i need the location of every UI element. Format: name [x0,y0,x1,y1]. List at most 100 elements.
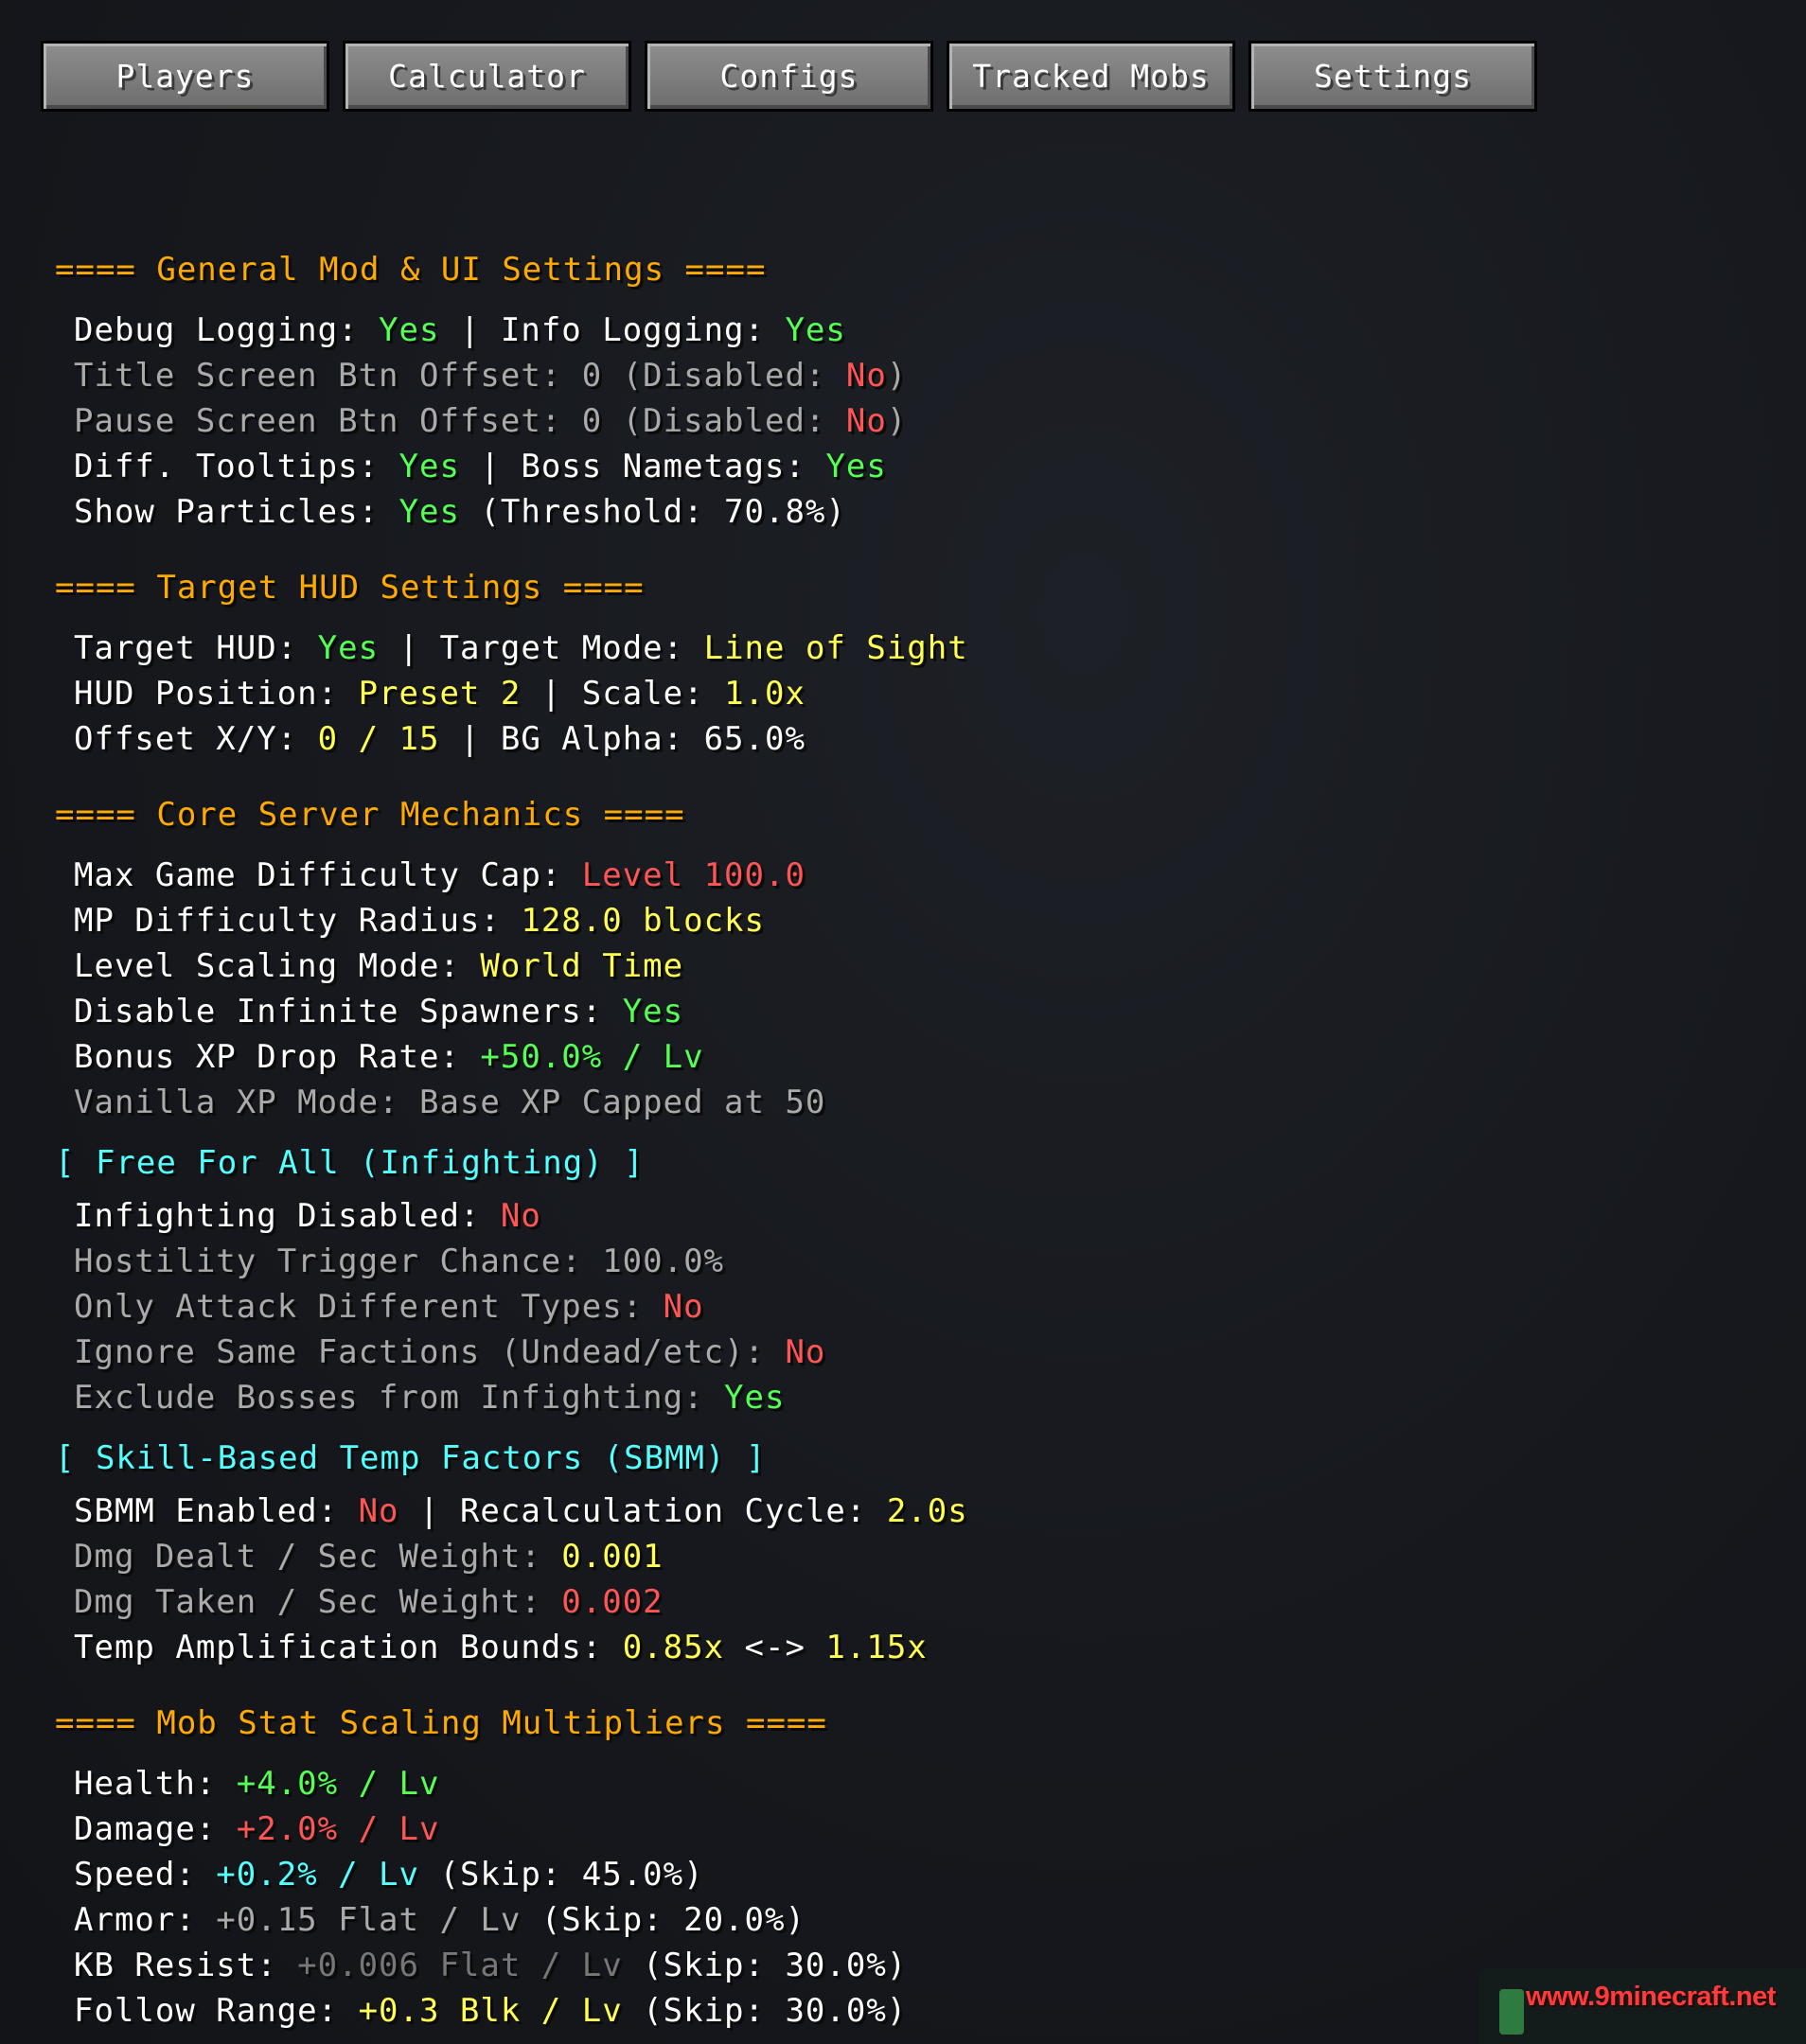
bonus-xp-value: +50.0% / Lv [480,1038,704,1076]
offset-value: 0 / 15 [317,720,440,758]
hud-position-label: HUD Position: [74,675,359,713]
section-header-core: ==== Core Server Mechanics ==== [55,796,685,834]
tab-tracked-mobs[interactable]: Tracked Mobs [947,41,1235,112]
pause-offset-value: No [845,402,887,440]
section-header-hud: ==== Target HUD Settings ==== [55,569,645,607]
max-cap-label: Max Game Difficulty Cap: [74,856,582,894]
tab-bar: Players Calculator Configs Tracked Mobs … [41,41,1537,112]
damage-value: +2.0% / Lv [236,1810,440,1848]
spawners-value: Yes [622,993,684,1031]
target-hud-line: Target HUD: Yes | Target Mode: Line of S… [74,629,968,667]
section-header-mob: ==== Mob Stat Scaling Multipliers ==== [55,1704,827,1742]
section-header-ffa: [ Free For All (Infighting) ] [55,1144,645,1182]
info-logging-label: Info Logging: [500,311,786,349]
separator: | [439,311,501,349]
max-cap-line: Max Game Difficulty Cap: Level 100.0 [74,856,806,894]
pause-offset-line: Pause Screen Btn Offset: 0 (Disabled: No… [74,402,907,440]
hostility-line: Hostility Trigger Chance: 100.0% [74,1242,725,1280]
title-offset-close: ) [886,357,908,395]
dmg-taken-label: Dmg Taken / Sec Weight: [74,1583,562,1621]
scaling-mode-line: Level Scaling Mode: World Time [74,947,683,985]
offset-line: Offset X/Y: 0 / 15 | BG Alpha: 65.0% [74,720,806,758]
bounds-line: Temp Amplification Bounds: 0.85x <-> 1.1… [74,1629,928,1666]
bounds-high: 1.15x [825,1629,928,1666]
bounds-label: Temp Amplification Bounds: [74,1629,623,1666]
dmg-taken-line: Dmg Taken / Sec Weight: 0.002 [74,1583,664,1621]
diff-types-label: Only Attack Different Types: [74,1288,664,1326]
title-offset-line: Title Screen Btn Offset: 0 (Disabled: No… [74,357,907,395]
logging-line: Debug Logging: Yes | Info Logging: Yes [74,311,846,349]
sbmm-enabled-label: SBMM Enabled: [74,1492,359,1530]
mp-radius-label: MP Difficulty Radius: [74,902,522,940]
section-header-sbmm: [ Skill-Based Temp Factors (SBMM) ] [55,1439,767,1477]
target-hud-label: Target HUD: [74,629,318,667]
dmg-dealt-line: Dmg Dealt / Sec Weight: 0.001 [74,1538,664,1576]
exclude-bosses-value: Yes [724,1379,786,1417]
spawners-line: Disable Infinite Spawners: Yes [74,993,683,1031]
exclude-bosses-label: Exclude Bosses from Infighting: [74,1379,725,1417]
info-logging-value: Yes [785,311,846,349]
infighting-disabled-label: Infighting Disabled: [74,1197,501,1235]
target-mode-label: Target Mode: [439,629,704,667]
debug-logging-label: Debug Logging: [74,311,380,349]
factions-line: Ignore Same Factions (Undead/etc): No [74,1333,825,1371]
dmg-taken-value: 0.002 [561,1583,664,1621]
sbmm-enabled-line: SBMM Enabled: No | Recalculation Cycle: … [74,1492,968,1530]
diff-types-value: No [663,1288,704,1326]
tab-players[interactable]: Players [41,41,329,112]
mp-radius-value: 128.0 blocks [521,902,765,940]
kb-resist-line: KB Resist: +0.006 Flat / Lv (Skip: 30.0%… [74,1947,907,1984]
pause-offset-label: Pause Screen Btn Offset: 0 (Disabled: [74,402,846,440]
armor-value: +0.15 Flat / Lv [216,1901,522,1939]
health-label: Health: [74,1765,237,1803]
particles-label: Show Particles: [74,493,399,531]
diff-types-line: Only Attack Different Types: No [74,1288,704,1326]
section-header-general: ==== General Mod & UI Settings ==== [55,251,767,289]
grass-block-icon [1499,1989,1524,2035]
diff-tooltips-label: Diff. Tooltips: [74,448,399,485]
spawners-label: Disable Infinite Spawners: [74,993,623,1031]
bounds-low: 0.85x [622,1629,725,1666]
armor-skip: (Skip: 20.0%) [521,1901,806,1939]
sbmm-enabled-value: No [358,1492,399,1530]
scaling-mode-value: World Time [480,947,684,985]
scaling-mode-label: Level Scaling Mode: [74,947,481,985]
speed-label: Speed: [74,1856,217,1894]
bg-alpha: BG Alpha: 65.0% [500,720,806,758]
hud-position-value: Preset 2 [358,675,522,713]
separator: | [521,675,582,713]
kb-resist-label: KB Resist: [74,1947,298,1984]
vanilla-xp-line: Vanilla XP Mode: Base XP Capped at 50 [74,1084,826,1121]
kb-resist-value: +0.006 Flat / Lv [297,1947,623,1984]
scale-label: Scale: [581,675,725,713]
title-offset-value: No [845,357,887,395]
factions-label: Ignore Same Factions (Undead/etc): [74,1333,786,1371]
tooltips-line: Diff. Tooltips: Yes | Boss Nametags: Yes [74,448,887,485]
infighting-disabled-value: No [500,1197,541,1235]
speed-line: Speed: +0.2% / Lv (Skip: 45.0%) [74,1856,704,1894]
follow-range-value: +0.3 Blk / Lv [358,1992,623,2030]
recalc-label: Recalculation Cycle: [459,1492,887,1530]
kb-resist-skip: (Skip: 30.0%) [622,1947,908,1984]
boss-nametags-label: Boss Nametags: [521,448,826,485]
watermark: www.9minecraft.net [1478,1968,1806,2044]
separator: | [439,720,501,758]
title-offset-label: Title Screen Btn Offset: 0 (Disabled: [74,357,846,395]
particles-line: Show Particles: Yes (Threshold: 70.8%) [74,493,846,531]
armor-line: Armor: +0.15 Flat / Lv (Skip: 20.0%) [74,1901,806,1939]
infighting-disabled-line: Infighting Disabled: No [74,1197,541,1235]
offset-label: Offset X/Y: [74,720,318,758]
follow-range-label: Follow Range: [74,1992,359,2030]
boss-nametags-value: Yes [825,448,887,485]
target-mode-value: Line of Sight [703,629,968,667]
diff-tooltips-value: Yes [398,448,460,485]
recalc-value: 2.0s [886,1492,968,1530]
max-cap-value: Level 100.0 [581,856,806,894]
tab-calculator[interactable]: Calculator [343,41,631,112]
particles-threshold: (Threshold: 70.8%) [459,493,846,531]
tab-settings[interactable]: Settings [1248,41,1537,112]
speed-skip: (Skip: 45.0%) [419,1856,704,1894]
watermark-text: www.9minecraft.net [1526,1982,1776,2012]
tab-configs[interactable]: Configs [645,41,933,112]
separator: | [459,448,522,485]
